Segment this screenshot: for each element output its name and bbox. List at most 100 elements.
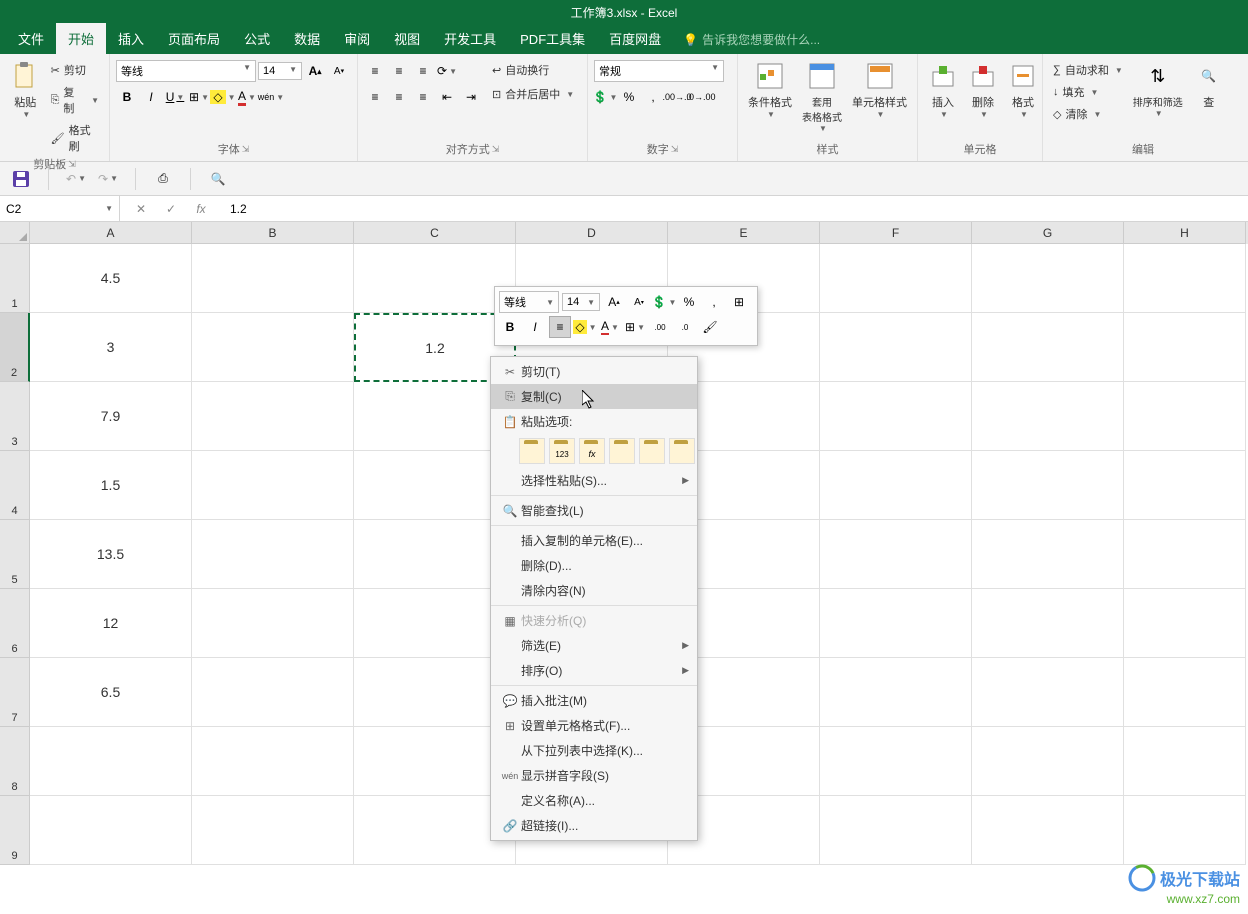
paste-transpose[interactable] — [609, 438, 635, 464]
menu-insert-copied[interactable]: 插入复制的单元格(E)... — [491, 528, 697, 553]
paste-formatting[interactable] — [639, 438, 665, 464]
cell-F7[interactable] — [820, 658, 972, 727]
tab-home[interactable]: 开始 — [56, 23, 106, 54]
cell-G4[interactable] — [972, 451, 1124, 520]
mini-align-center[interactable]: ≡ — [549, 316, 571, 338]
row-header-3[interactable]: 3 — [0, 382, 30, 451]
cell-A3[interactable]: 7.9 — [30, 382, 192, 451]
menu-insert-comment[interactable]: 💬插入批注(M) — [491, 688, 697, 713]
row-header-1[interactable]: 1 — [0, 244, 30, 313]
cell-B8[interactable] — [192, 727, 354, 796]
cell-G6[interactable] — [972, 589, 1124, 658]
row-header-7[interactable]: 7 — [0, 658, 30, 727]
clear-button[interactable]: ◇清除▼ — [1049, 104, 1127, 124]
mini-bold[interactable]: B — [499, 316, 521, 338]
menu-show-pinyin[interactable]: wén显示拼音字段(S) — [491, 763, 697, 788]
tab-layout[interactable]: 页面布局 — [156, 23, 232, 54]
align-right-button[interactable]: ≡ — [412, 86, 434, 108]
fill-button[interactable]: ↓填充▼ — [1049, 82, 1127, 102]
col-header-B[interactable]: B — [192, 222, 354, 244]
cell-B1[interactable] — [192, 244, 354, 313]
decrease-font-button[interactable]: A▾ — [328, 60, 350, 82]
mini-format-table[interactable]: ⊞ — [728, 291, 750, 313]
mini-font-color[interactable]: A▼ — [599, 316, 621, 338]
cell-H5[interactable] — [1124, 520, 1246, 589]
cell-A7[interactable]: 6.5 — [30, 658, 192, 727]
save-button[interactable] — [10, 168, 32, 190]
mini-format-painter[interactable]: 🖌 — [699, 316, 721, 338]
menu-paste-special[interactable]: 选择性粘贴(S)...▶ — [491, 468, 697, 493]
cell-G2[interactable] — [972, 313, 1124, 382]
align-middle-button[interactable]: ≡ — [388, 60, 410, 82]
row-header-2[interactable]: 2 — [0, 313, 30, 382]
tab-data[interactable]: 数据 — [282, 23, 332, 54]
formula-input[interactable]: 1.2 — [222, 202, 1248, 216]
format-cells-button[interactable]: 格式▼ — [1004, 58, 1042, 121]
number-format-combo[interactable]: 常规▼ — [594, 60, 724, 82]
paste-link[interactable] — [669, 438, 695, 464]
cell-G3[interactable] — [972, 382, 1124, 451]
expand-icon[interactable]: ⇲ — [242, 144, 250, 155]
tell-me[interactable]: 💡 告诉我您想要做什么... — [683, 25, 820, 54]
cell-F1[interactable] — [820, 244, 972, 313]
border-button[interactable]: ⊞▼ — [188, 86, 210, 108]
name-box[interactable]: C2 ▼ — [0, 196, 120, 221]
cell-B7[interactable] — [192, 658, 354, 727]
preview-button[interactable]: 🔍 — [207, 168, 229, 190]
cell-H6[interactable] — [1124, 589, 1246, 658]
bold-button[interactable]: B — [116, 86, 138, 108]
fill-color-button[interactable]: ◇▼ — [212, 86, 234, 108]
cell-F2[interactable] — [820, 313, 972, 382]
autosum-button[interactable]: ∑自动求和▼ — [1049, 60, 1127, 80]
menu-cut[interactable]: ✂剪切(T) — [491, 359, 697, 384]
expand-icon[interactable]: ⇲ — [671, 144, 679, 155]
merge-center-button[interactable]: ⊡合并后居中▼ — [488, 84, 578, 104]
col-header-G[interactable]: G — [972, 222, 1124, 244]
menu-smart-lookup[interactable]: 🔍智能查找(L) — [491, 498, 697, 523]
cell-G1[interactable] — [972, 244, 1124, 313]
cell-G5[interactable] — [972, 520, 1124, 589]
mini-italic[interactable]: I — [524, 316, 546, 338]
select-all-button[interactable] — [0, 222, 30, 244]
expand-icon[interactable]: ⇲ — [492, 144, 500, 155]
cell-G8[interactable] — [972, 727, 1124, 796]
format-painter-button[interactable]: 🖌格式刷 — [47, 120, 103, 156]
row-header-4[interactable]: 4 — [0, 451, 30, 520]
tab-insert[interactable]: 插入 — [106, 23, 156, 54]
col-header-E[interactable]: E — [668, 222, 820, 244]
menu-copy[interactable]: ⎘复制(C) — [491, 384, 697, 409]
cell-C1[interactable] — [354, 244, 516, 313]
cell-F3[interactable] — [820, 382, 972, 451]
cell-G7[interactable] — [972, 658, 1124, 727]
mini-comma[interactable]: , — [703, 291, 725, 313]
comma-button[interactable]: , — [642, 86, 664, 108]
menu-hyperlink[interactable]: 🔗超链接(I)... — [491, 813, 697, 838]
cell-A9[interactable] — [30, 796, 192, 865]
cell-H1[interactable] — [1124, 244, 1246, 313]
menu-clear-contents[interactable]: 清除内容(N) — [491, 578, 697, 603]
paste-all[interactable] — [519, 438, 545, 464]
italic-button[interactable]: I — [140, 86, 162, 108]
copy-button[interactable]: ⎘复制▼ — [47, 82, 103, 118]
cell-A2[interactable]: 3 — [30, 313, 192, 382]
increase-decimal-button[interactable]: .00→.0 — [666, 86, 688, 108]
mini-inc-decimal[interactable]: .00 — [649, 316, 671, 338]
cell-H7[interactable] — [1124, 658, 1246, 727]
col-header-C[interactable]: C — [354, 222, 516, 244]
mini-font-combo[interactable]: 等线▼ — [499, 291, 559, 313]
paste-button[interactable]: 粘贴 ▼ — [6, 58, 45, 121]
menu-filter[interactable]: 筛选(E)▶ — [491, 633, 697, 658]
cell-H3[interactable] — [1124, 382, 1246, 451]
cell-A6[interactable]: 12 — [30, 589, 192, 658]
percent-button[interactable]: % — [618, 86, 640, 108]
find-button[interactable]: 🔍 查 — [1189, 58, 1229, 112]
sort-filter-button[interactable]: ⇅ 排序和筛选▼ — [1129, 58, 1187, 120]
mini-size-combo[interactable]: 14▼ — [562, 293, 600, 311]
cell-H9[interactable] — [1124, 796, 1246, 865]
currency-button[interactable]: 💲▼ — [594, 86, 616, 108]
wrap-text-button[interactable]: ↩自动换行 — [488, 60, 578, 80]
tab-view[interactable]: 视图 — [382, 23, 432, 54]
cell-F9[interactable] — [820, 796, 972, 865]
font-name-combo[interactable]: 等线▼ — [116, 60, 256, 82]
cut-button[interactable]: ✂剪切 — [47, 60, 103, 80]
